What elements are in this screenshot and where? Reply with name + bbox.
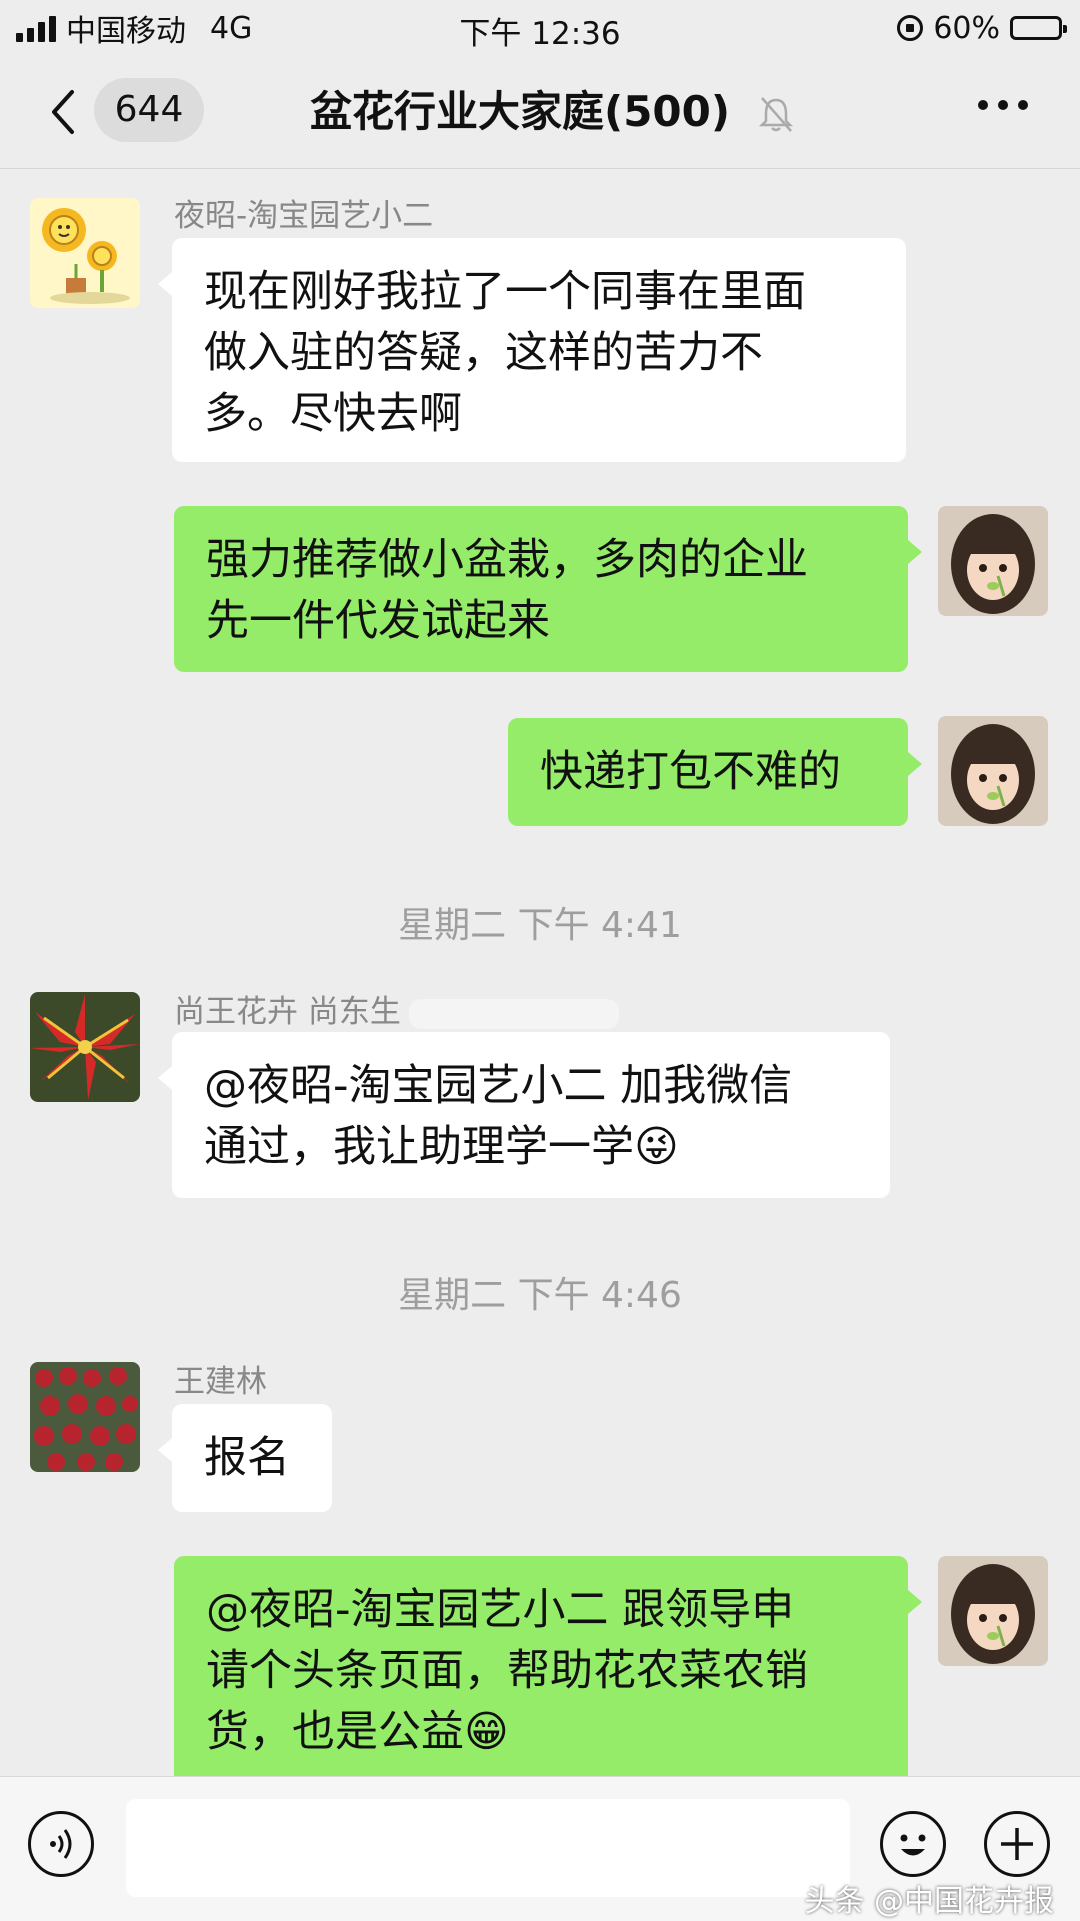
message-line: 强力推荐做小盆栽，多肉的企业: [206, 535, 808, 585]
message-line: 通过，我让助理学一学😜: [204, 1117, 858, 1178]
message-bubble[interactable]: @夜昭-淘宝园艺小二 跟领导申 请个头条页面，帮助花农菜农销 货，也是公益😁: [174, 1556, 922, 1780]
message-bubble[interactable]: @夜昭-淘宝园艺小二 加我微信 通过，我让助理学一学😜: [158, 1032, 890, 1198]
potted-flowers-avatar: [30, 1362, 140, 1472]
message-line: 做入驻的答疑，这样的苦力不: [204, 328, 763, 378]
voice-waves-icon: [50, 1829, 72, 1859]
message-bubble[interactable]: 报名: [158, 1404, 332, 1512]
message-line: 现在刚好我拉了一个同事在里面: [204, 267, 806, 317]
avatar-sunflower[interactable]: [30, 198, 140, 308]
message-bubble[interactable]: 强力推荐做小盆栽，多肉的企业 先一件代发试起来: [174, 506, 922, 672]
more-dots-icon[interactable]: [978, 100, 1028, 110]
sunflower-cartoon-avatar: [30, 198, 140, 308]
bell-off-icon: [758, 97, 794, 132]
unread-count-badge[interactable]: 644: [94, 78, 204, 142]
plus-sign-icon: [1001, 1828, 1033, 1860]
avatar-self[interactable]: [938, 1556, 1048, 1666]
avatar-bromeliad[interactable]: [30, 992, 140, 1102]
avatar-flowers[interactable]: [30, 1362, 140, 1472]
girl-photo-avatar: [938, 716, 1048, 826]
sender-name-text: 尚王花卉 尚东生: [174, 994, 401, 1030]
message-input[interactable]: [126, 1799, 850, 1897]
message-line: 报名: [204, 1433, 290, 1483]
message-bubble[interactable]: 现在刚好我拉了一个同事在里面 做入驻的答疑，这样的苦力不 多。尽快去啊: [158, 238, 906, 462]
avatar-self[interactable]: [938, 506, 1048, 616]
chevron-left-icon[interactable]: [48, 88, 78, 136]
smiley-icon[interactable]: [880, 1811, 946, 1877]
chat-header: 644 盆花行业大家庭(500): [0, 56, 1080, 169]
battery-icon: [1010, 16, 1067, 40]
message-line: 请个头条页面，帮助花农菜农销: [206, 1646, 808, 1696]
message-line-text: 通过，我让助理学一学: [204, 1122, 634, 1172]
message-line: 快递打包不难的: [540, 747, 841, 797]
sender-name: 尚王花卉 尚东生: [174, 986, 619, 1031]
message-line: 先一件代发试起来: [206, 596, 550, 646]
chat-timestamp: 星期二 下午 4:41: [398, 905, 682, 946]
watermark: 头条 @中国花卉报: [804, 1884, 1054, 1919]
girl-photo-avatar: [938, 506, 1048, 616]
avatar-self[interactable]: [938, 716, 1048, 826]
status-bar: 中国移动 4G 下午 12:36 60%: [0, 0, 1080, 56]
redacted-text: [408, 998, 619, 1029]
message-line: 多。尽快去啊: [204, 389, 462, 439]
red-bromeliad-avatar: [30, 992, 140, 1102]
grin-emoji: 😁: [464, 1707, 509, 1757]
chat-title: 盆花行业大家庭(500): [310, 87, 731, 136]
battery-percent: 60%: [933, 10, 1000, 46]
sender-name: 王建林: [174, 1364, 267, 1400]
voice-icon[interactable]: [28, 1811, 94, 1877]
plus-icon[interactable]: [984, 1811, 1050, 1877]
chat-timestamp: 星期二 下午 4:46: [398, 1275, 682, 1316]
message-line: @夜昭-淘宝园艺小二 加我微信: [204, 1061, 793, 1111]
message-line: 货，也是公益😁: [206, 1702, 876, 1763]
message-line: @夜昭-淘宝园艺小二 跟领导申: [206, 1585, 795, 1635]
message-line-text: 货，也是公益: [206, 1707, 464, 1757]
girl-photo-avatar: [938, 1556, 1048, 1666]
sender-name: 夜昭-淘宝园艺小二: [174, 198, 434, 234]
wink-tongue-emoji: 😜: [634, 1122, 679, 1172]
message-bubble[interactable]: 快递打包不难的: [508, 718, 922, 826]
smiley-face-icon: [900, 1834, 926, 1856]
status-right: 60%: [897, 8, 1067, 48]
orientation-lock-icon: [897, 15, 924, 41]
